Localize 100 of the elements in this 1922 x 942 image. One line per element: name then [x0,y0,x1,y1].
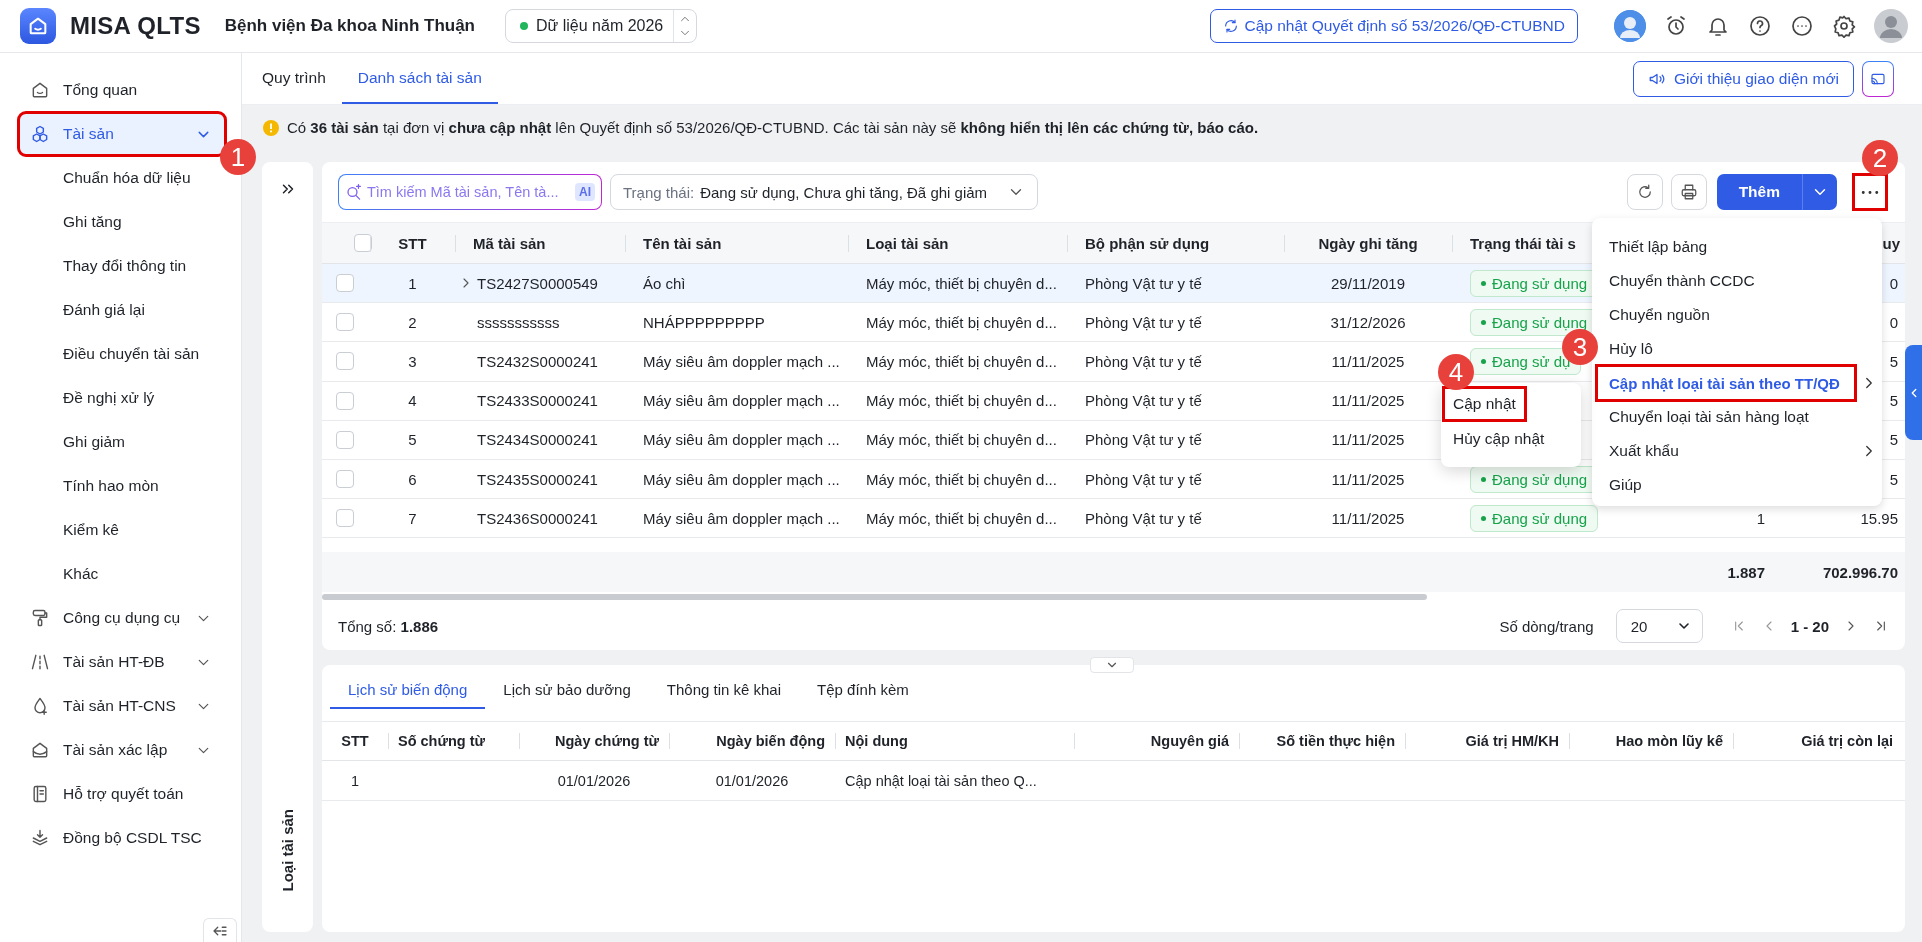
status-badge: Đang sử dụng [1470,504,1599,532]
table-cell: Máy móc, thiết bị chuyên d... [866,352,1057,370]
checkbox[interactable] [336,430,354,449]
table-cell: TS2435S0000241 [477,470,598,488]
sidebar-subitem[interactable]: Điều chuyển tài sản [20,334,224,374]
ai-search-icon [345,181,363,203]
status-filter[interactable]: Trạng thái: Đang sử dụng, Chưa ghi tăng, Đã ghi giảm [610,174,1039,210]
tab[interactable]: Lịch sử bảo dưỡng [485,681,649,709]
reload-button[interactable] [1626,174,1663,210]
table-cell: 0 [1889,313,1898,331]
checkbox[interactable] [336,509,354,528]
page-size-label: Số dòng/trang [1499,617,1594,635]
step-badge: 4 [1438,354,1474,390]
checkbox[interactable] [336,313,354,332]
table-cell-text: 31/12/2026 [1329,313,1407,331]
sidebar-subitem[interactable]: Ghi giảm [20,422,224,462]
settings-icon[interactable] [1832,14,1856,38]
add-button[interactable]: Thêm [1716,174,1802,210]
table-cell-text: 4 [407,392,418,410]
total-count: Tổng số: 1.886 [338,617,439,635]
cast-button[interactable] [1862,60,1894,97]
menu-item[interactable]: Cập nhật [1445,389,1524,419]
table-cell: Phòng Vật tư y tế [1085,392,1202,410]
update-decision-button[interactable]: Cập nhật Quyết định số 53/2026/QĐ-CTUBND [1209,9,1578,43]
sidebar-subitem[interactable]: Tính hao mòn [20,466,224,506]
table-cell: 0 [1889,274,1898,292]
sidebar-subitem[interactable]: Kiểm kê [20,510,224,550]
tab[interactable]: Tệp đính kèm [799,681,927,709]
user-avatar-icon[interactable] [1874,9,1908,43]
table-cell: Phòng Vật tư y tế [1085,352,1202,370]
print-button[interactable] [1670,174,1707,210]
table-cell: Phòng Vật tư y tế [1085,313,1202,331]
menu-item[interactable]: Hủy cập nhật [1445,424,1553,454]
table-cell: Máy siêu âm doppler mạch ... [643,431,840,449]
tab[interactable]: Quy trình [246,53,342,104]
table-cell: Máy siêu âm doppler mạch ... [643,352,840,370]
sidebar-item[interactable]: Tổng quan [20,70,224,110]
tab[interactable]: Thông tin kê khai [648,681,800,709]
collapse-sidebar-button[interactable] [203,918,237,942]
more-button[interactable] [1855,176,1885,208]
intro-button[interactable]: Giới thiệu giao diện mới [1632,60,1854,97]
alarm-clock-icon[interactable] [1664,14,1688,38]
checkbox[interactable] [336,391,354,410]
table-cell: Áo chì [643,274,686,292]
table-cell-text: 1 [407,274,418,292]
table-cell: TS2433S0000241 [477,392,598,410]
table-cell-text: 11/11/2025 [1330,392,1406,410]
sidebar-item[interactable]: Đồng bộ CSDL TSC [20,818,224,858]
table-cell-text: 11/11/2025 [1330,352,1406,370]
sidebar-item[interactable]: Hỗ trợ quyết toán [20,774,224,814]
table-cell-text: 5 [407,431,418,449]
table-cell: 1 [1756,509,1765,527]
checkbox[interactable] [354,234,372,252]
collapse-handle[interactable] [1090,657,1134,673]
app-name: MISA QLTS [70,12,201,40]
sidebar-item[interactable]: Tài sản xác lập [20,730,224,770]
checkbox[interactable] [336,470,354,489]
table-cell: Máy siêu âm doppler mạch ... [643,392,840,410]
checkbox[interactable] [336,352,354,371]
road-icon [30,652,50,672]
sidebar-item[interactable]: Tài sản HT-ĐB [20,642,224,682]
menu-item[interactable]: Chuyển thành CCDC [1609,265,1878,297]
checkbox[interactable] [336,274,354,293]
home-icon [30,80,50,100]
table-cell: Phòng Vật tư y tế [1085,470,1202,488]
ai-badge: AI [575,183,595,201]
info-icon [263,119,279,136]
table-cell: Máy siêu âm doppler mạch ... [643,470,840,488]
column-header: STT [340,733,370,749]
search-field[interactable]: Tìm kiếm Mã tài sản, Tên tà... [366,184,571,200]
tab[interactable]: Lịch sử biến động [330,681,486,709]
drawer-tab[interactable] [1905,345,1922,440]
table-cell-text: 11/11/2025 [1330,509,1406,527]
table-cell: Máy móc, thiết bị chuyên d... [866,509,1057,527]
avatar-icon[interactable] [1614,10,1646,42]
sidebar-subitem[interactable]: Đánh giá lại [20,290,224,330]
sidebar-item[interactable]: Tài sản [20,114,224,154]
sidebar-subitem[interactable]: Đề nghị xử lý [20,378,224,418]
table-cell: Máy móc, thiết bị chuyên d... [866,392,1057,410]
table-cell: 5 [1889,392,1898,410]
help-icon[interactable] [1748,14,1772,38]
table-cell-text: 29/11/2019 [1330,274,1406,292]
page-size-select[interactable]: 20 [1615,609,1703,643]
tab[interactable]: Danh sách tài sản [341,53,498,104]
more-icon [1861,189,1879,195]
table-cell: Máy móc, thiết bị chuyên d... [866,274,1057,292]
more-icon[interactable] [1790,14,1814,38]
year-selector[interactable]: Dữ liệu năm 2026 [505,9,698,43]
sidebar-item[interactable]: Công cụ dụng cụ [20,598,224,638]
add-dropdown-button[interactable] [1802,174,1837,210]
sidebar-item[interactable]: Tài sản HT-CNS [20,686,224,726]
table-cell-text: Cập nhật loại tài sản theo Q... [844,772,1038,789]
sidebar-subitem[interactable]: Khác [20,554,224,594]
table-cell-text: 11/11/2025 [1330,470,1406,488]
menu-item[interactable]: Giúp [1609,469,1878,501]
sidebar-subitem[interactable]: Thay đổi thông tin [20,246,224,286]
table-cell: TS2432S0000241 [477,352,598,370]
page-range: 1 - 20 [1790,617,1829,635]
sidebar-subitem[interactable]: Ghi tăng [20,202,224,242]
horizontal-scrollbar[interactable] [322,594,1427,600]
